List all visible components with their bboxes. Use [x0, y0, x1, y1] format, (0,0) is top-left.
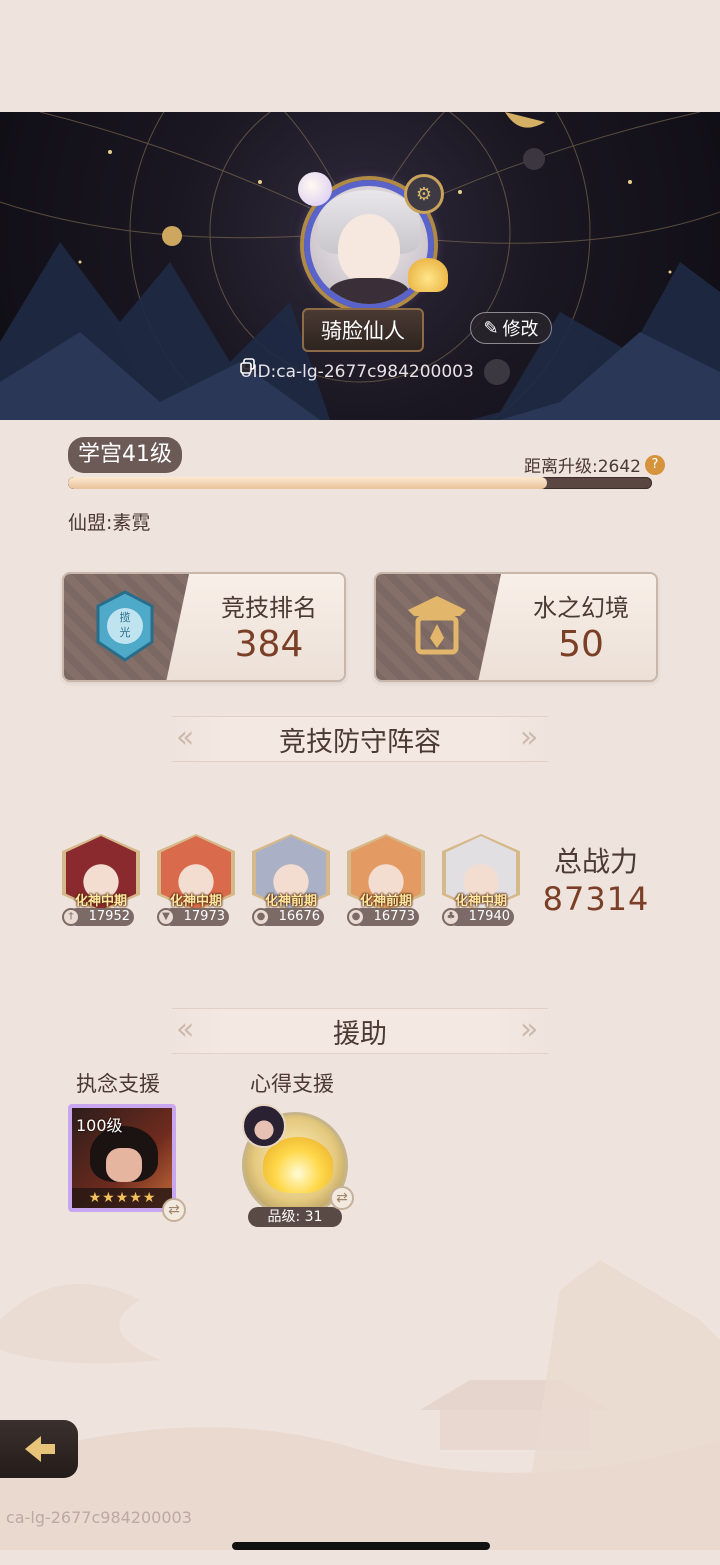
swap-icon[interactable]: ⇄ [330, 1186, 354, 1210]
to-next-text: 距离升级:2642 [524, 457, 641, 477]
defense-lineup-header: « 竞技防守阵容 » [172, 716, 548, 762]
water-realm-value: 50 [558, 624, 604, 665]
copy-uid-button[interactable] [240, 358, 510, 385]
water-realm-card[interactable]: 水之幻境 50 [374, 572, 658, 682]
hero-stage: 化神前期 [359, 894, 412, 909]
lotus-icon [408, 258, 448, 292]
academy-level-badge: 学宫41级 [68, 437, 182, 473]
uid-watermark: ca-lg-2677c984200003 [6, 1508, 192, 1527]
left-chevron-icon: « [176, 1012, 195, 1047]
support-title: 援助 [333, 1018, 387, 1050]
emblem-text-bottom: 光 [120, 625, 131, 639]
obsession-support-card[interactable]: 100级 ★ ★ ★ ★ ★ [68, 1104, 176, 1212]
star-icon: ★ [142, 1190, 156, 1206]
defense-hero-slot[interactable]: 化神中期 17973 ▼ [157, 834, 235, 930]
edit-profile-button[interactable]: ✎ 修改 [470, 312, 552, 344]
star-icon: ★ [102, 1190, 115, 1206]
right-chevron-icon: » [520, 720, 539, 755]
droplet-icon: ● [252, 908, 270, 926]
emblem-text-top: 揽 [120, 611, 131, 624]
total-power-value: 87314 [542, 880, 650, 918]
droplet-icon: ● [347, 908, 365, 926]
arena-rank-value: 384 [234, 624, 304, 665]
uid-text: UID:ca-lg-2677c984200003 [240, 362, 474, 382]
hero-stage: 化神中期 [454, 894, 507, 909]
star-rating: ★ ★ ★ ★ ★ [72, 1188, 172, 1208]
back-button[interactable] [0, 1420, 78, 1478]
uid-row: UID:ca-lg-2677c984200003 [240, 358, 510, 386]
defense-lineup-title: 竞技防守阵容 [279, 726, 441, 758]
bookmark-icon: ▼ [157, 908, 175, 926]
defense-hero-slot[interactable]: 化神前期 16676 ● [252, 834, 330, 930]
defense-hero-slot[interactable]: 化神中期 17940 ♣ [442, 834, 520, 930]
arena-rank-card[interactable]: 揽 光 竞技排名 384 [62, 572, 346, 682]
total-power: 总战力 87314 [542, 840, 650, 930]
star-icon: ★ [88, 1190, 102, 1206]
insight-grade: 品级: 31 [248, 1207, 342, 1227]
sword-icon: † [62, 908, 80, 926]
obsession-support-label: 执念支援 [76, 1072, 160, 1096]
support-header: « 援助 » [172, 1008, 548, 1054]
left-chevron-icon: « [176, 720, 195, 755]
back-arrow-icon [25, 1436, 55, 1462]
defense-hero-slot[interactable]: 化神前期 16773 ● [347, 834, 425, 930]
defense-hero-slot[interactable]: 化神中期 17952 † [62, 834, 140, 930]
avatar-face [338, 214, 400, 284]
card-level: 100级 [76, 1116, 123, 1135]
star-icon: ★ [115, 1190, 129, 1206]
exp-to-next-level: 距离升级:2642 ? [524, 452, 665, 477]
insight-support-label: 心得支援 [250, 1072, 334, 1096]
top-spacer [0, 0, 720, 112]
hero-stage: 化神前期 [264, 894, 317, 909]
insight-hero-avatar [242, 1104, 286, 1148]
copy-icon [240, 358, 255, 374]
swap-icon[interactable]: ⇄ [162, 1198, 186, 1222]
leaf-icon: ♣ [442, 908, 460, 926]
exp-progress-bar [68, 477, 652, 489]
hero-stage: 化神中期 [74, 894, 127, 909]
player-avatar[interactable]: ⚙ [286, 162, 448, 332]
palace-decoration [0, 1260, 720, 1550]
moon-orb-icon [298, 172, 332, 206]
player-nickname: 骑脸仙人 [302, 308, 424, 352]
water-realm-title: 水之幻境 [533, 594, 629, 622]
gate-emblem-icon [408, 596, 466, 655]
arena-rank-title: 竞技排名 [221, 594, 317, 622]
pencil-icon: ✎ [483, 317, 499, 339]
edit-label: 修改 [502, 319, 539, 340]
exp-progress-fill [68, 477, 547, 489]
alliance-name: 仙盟:素霓 [68, 512, 151, 534]
home-indicator[interactable] [232, 1542, 490, 1550]
star-icon: ★ [129, 1190, 142, 1206]
card-portrait-face [106, 1148, 142, 1182]
avatar-robe [328, 278, 410, 304]
hero-stage: 化神中期 [169, 894, 222, 909]
gear-icon: ⚙ [404, 174, 444, 214]
profile-banner: ⚙ 骑脸仙人 ✎ 修改 UID:ca-lg-2677c984200003 [0, 112, 720, 420]
total-power-label: 总战力 [553, 845, 638, 878]
help-icon[interactable]: ? [645, 454, 665, 475]
right-chevron-icon: » [520, 1012, 539, 1047]
arena-emblem-icon: 揽 光 [96, 590, 154, 662]
